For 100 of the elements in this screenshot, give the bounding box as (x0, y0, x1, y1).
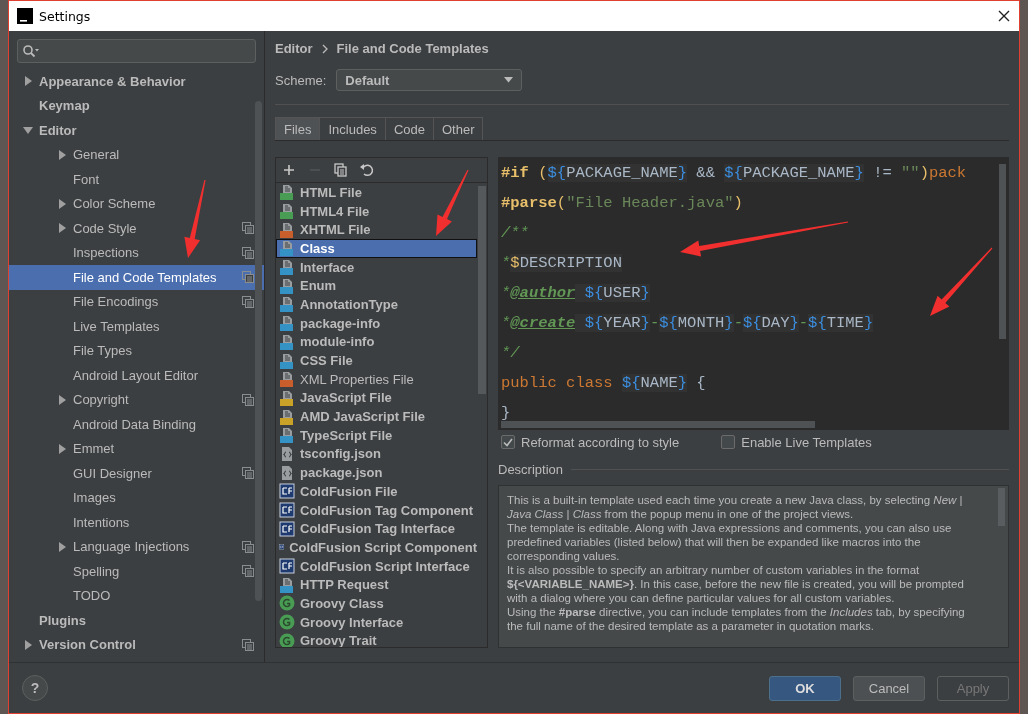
template-item[interactable]: TypeScript File (276, 425, 477, 445)
template-item[interactable]: ColdFusion File (276, 482, 477, 501)
file-icon (279, 333, 295, 350)
code-line: } (500, 403, 511, 424)
scrollbar[interactable] (501, 421, 815, 428)
description-text: The template is editable. Along with Java expressions and comments, you can also use predefined variables (listed below) that will then be expanded like macros into the corresponding values. (507, 521, 953, 563)
scrollbar[interactable] (478, 186, 486, 394)
tree-item[interactable]: File Types (9, 338, 264, 363)
tree-item[interactable]: Android Layout Editor (9, 363, 264, 388)
close-icon[interactable] (997, 9, 1011, 23)
code-line: */ (500, 343, 520, 364)
code-editor[interactable]: #if (${PACKAGE_NAME} && ${PACKAGE_NAME} != "")pack #parse("File Header.java") /** *$DESCRIPTION *@author ${USER} *@create ${YEAR}-${MONTH}-${DAY}-${TIME} */ public class ${NAME} { } (498, 157, 1009, 430)
template-item[interactable]: HTTP Request (276, 575, 477, 595)
tree-item[interactable]: Color Scheme (9, 191, 264, 216)
search-field[interactable] (17, 39, 256, 63)
code-line: #parse("File Header.java") (500, 193, 743, 214)
tree-item[interactable]: Images (9, 485, 264, 510)
file-icon (279, 352, 295, 369)
tree-item[interactable]: Plugins (9, 608, 264, 633)
template-item[interactable]: XML Properties File (276, 369, 477, 389)
template-item[interactable]: package.json (276, 463, 477, 482)
code-line: /** (500, 223, 529, 244)
template-item[interactable]: AMD JavaScript File (276, 407, 477, 426)
tab[interactable]: Other (432, 117, 484, 140)
coldfusion-icon (279, 558, 295, 575)
file-icon (279, 296, 295, 313)
template-item[interactable]: package-info (276, 313, 477, 333)
json-file-icon (279, 464, 295, 481)
breadcrumb-item: Editor (275, 41, 313, 56)
section-heading: Description (498, 462, 564, 477)
tree-item[interactable]: Keymap (9, 93, 264, 118)
template-item[interactable]: CSS File (276, 351, 477, 370)
annotation-arrow (436, 169, 469, 236)
copy-icon[interactable] (333, 162, 349, 178)
template-item[interactable]: Groovy Interface (276, 612, 477, 632)
help-button[interactable]: ? (22, 675, 48, 701)
file-icon (279, 576, 295, 593)
template-item[interactable]: module-info (276, 332, 477, 352)
checkbox[interactable]: Enable Live Templates (721, 434, 872, 450)
template-item[interactable]: ColdFusion Script Component (276, 538, 477, 557)
template-item[interactable]: XHTML File (276, 220, 477, 240)
tree-item[interactable]: File Encodings (9, 289, 264, 314)
code-line: public class ${NAME} { (500, 373, 706, 394)
file-icon (279, 221, 295, 238)
dialog-button[interactable]: Cancel (853, 675, 925, 701)
file-icon (279, 184, 295, 201)
tree-item[interactable]: Copyright (9, 387, 264, 412)
file-icon (279, 427, 295, 444)
groovy-icon (279, 614, 295, 631)
tree-item[interactable]: Code Style (9, 216, 264, 241)
groovy-icon (279, 595, 295, 612)
breadcrumb-item: File and Code Templates (336, 41, 489, 56)
undo-icon[interactable] (359, 162, 375, 178)
tab[interactable]: Files (275, 117, 321, 140)
tree-item[interactable]: Live Templates (9, 314, 264, 339)
tree-item[interactable]: Font (9, 167, 264, 192)
tree-item[interactable]: Emmet (9, 436, 264, 461)
dialog-button[interactable]: OK (769, 675, 841, 701)
tree-item[interactable]: Intentions (9, 510, 264, 535)
tree-item[interactable]: Language Injections (9, 534, 264, 559)
chevron-icon (320, 43, 329, 54)
tree-item[interactable]: Editor (9, 118, 264, 143)
code-line: *@create ${YEAR}-${MONTH}-${DAY}-${TIME} (500, 313, 874, 334)
tree-item[interactable]: Version Control (9, 632, 264, 657)
scrollbar[interactable] (999, 164, 1006, 339)
file-icon (279, 371, 295, 388)
template-item[interactable]: HTML4 File (276, 201, 477, 221)
groovy-icon (279, 632, 295, 647)
tree-item[interactable]: File and Code Templates (9, 265, 264, 290)
scheme-dropdown[interactable]: Default (336, 69, 523, 91)
description-text: It is also possible to specify an arbitrary number of custom variables in the format ${<VARIABLE_NAME>}. In this case, before the new file is created, you will be prompted with a dialog where you can define particular values for all custom variables. (507, 563, 965, 605)
search-icon (22, 44, 40, 58)
template-item[interactable]: HTML File (276, 183, 477, 202)
coldfusion-icon (279, 483, 295, 500)
file-icon (279, 315, 295, 332)
tree-item[interactable]: General (9, 142, 264, 167)
tree-item[interactable]: Inspections (9, 240, 264, 265)
template-item[interactable]: Interface (276, 257, 477, 277)
tree-item[interactable]: TODO (9, 583, 264, 608)
scrollbar[interactable] (255, 101, 262, 601)
template-item[interactable]: tsconfig.json (276, 444, 477, 464)
tree-item[interactable]: GUI Designer (9, 461, 264, 486)
template-item[interactable]: ColdFusion Tag Interface (276, 519, 477, 539)
checkmark-icon (503, 437, 513, 447)
template-item[interactable]: JavaScript File (276, 388, 477, 408)
tree-item[interactable]: Spelling (9, 559, 264, 584)
json-file-icon (279, 445, 295, 462)
template-item[interactable]: Class (276, 239, 477, 258)
template-item[interactable]: Enum (276, 276, 477, 296)
code-line: #if (${PACKAGE_NAME} && ${PACKAGE_NAME} != "")pack (500, 163, 967, 184)
checkbox[interactable]: Reformat according to style (501, 434, 680, 450)
template-item[interactable]: ColdFusion Tag Component (276, 500, 477, 520)
template-item[interactable]: ColdFusion Script Interface (276, 556, 477, 576)
template-item[interactable]: AnnotationType (276, 295, 477, 314)
coldfusion-icon (279, 520, 295, 537)
tree-item[interactable]: Appearance & Behavior (9, 69, 264, 94)
template-item[interactable]: Groovy Class (276, 594, 477, 613)
tree-item[interactable]: Android Data Binding (9, 412, 264, 437)
scheme-label: Scheme: (275, 72, 327, 88)
add-icon[interactable] (281, 162, 297, 178)
